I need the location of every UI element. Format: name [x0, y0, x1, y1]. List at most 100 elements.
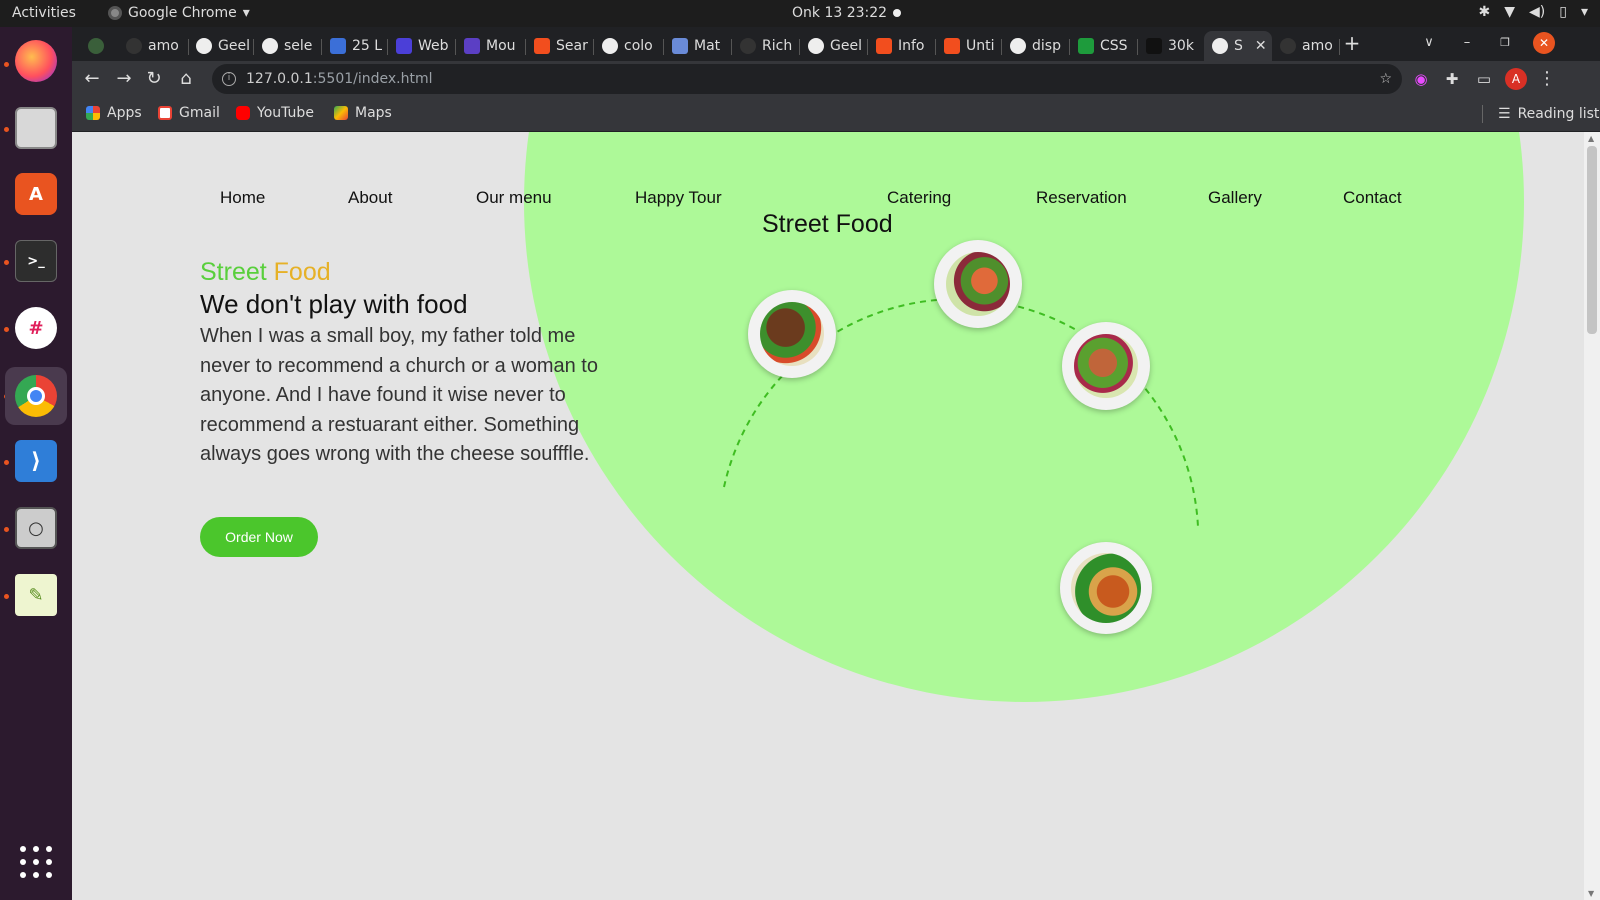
nav-home[interactable]: Home: [220, 188, 265, 208]
bookmark-apps[interactable]: Apps: [86, 105, 142, 121]
reload-icon[interactable]: ↻: [142, 67, 166, 91]
web-page: Home About Our menu Happy Tour Catering …: [72, 132, 1584, 900]
running-indicator: [4, 127, 9, 132]
dashed-orbit-arc: [723, 298, 1199, 528]
image-viewer-launcher[interactable]: ○: [10, 502, 62, 554]
nav-gallery[interactable]: Gallery: [1208, 188, 1262, 208]
nav-about[interactable]: About: [348, 188, 392, 208]
tab-search-icon[interactable]: ∨: [1417, 31, 1441, 55]
clock[interactable]: Onk 13 23:22: [792, 5, 887, 21]
bookmark-maps[interactable]: Maps: [334, 105, 392, 121]
page-scrollbar[interactable]: ▲ ▼: [1584, 132, 1600, 900]
bookmark-star-icon[interactable]: ☆: [1379, 71, 1392, 87]
home-icon[interactable]: ⌂: [174, 67, 198, 91]
forward-icon[interactable]: →: [112, 67, 136, 91]
nav-reservation[interactable]: Reservation: [1036, 188, 1127, 208]
tab-strip: amo Geel sele 25 L Web Mou Sear colo Mat…: [72, 27, 1600, 61]
tab[interactable]: amo: [118, 31, 186, 61]
salmon-salad-image: [946, 252, 1010, 316]
system-tray[interactable]: ✱ ▼ ◀) ▯ ▾: [1479, 4, 1589, 20]
food-plate-chicken-salad[interactable]: [1062, 322, 1150, 410]
site-info-icon[interactable]: i: [222, 72, 236, 86]
tagline: We don't play with food: [200, 289, 468, 319]
tab[interactable]: Rich: [732, 31, 798, 61]
new-tab-icon[interactable]: +: [1340, 31, 1364, 55]
profile-avatar[interactable]: A: [1505, 68, 1527, 90]
firefox-icon: [15, 40, 57, 82]
order-now-button[interactable]: Order Now: [200, 517, 318, 557]
tab[interactable]: amo: [1272, 31, 1338, 61]
nav-happy-tour[interactable]: Happy Tour: [635, 188, 722, 208]
chrome-launcher[interactable]: [5, 367, 67, 425]
running-indicator: [4, 460, 9, 465]
bookmark-youtube[interactable]: YouTube: [236, 105, 314, 121]
tab[interactable]: CSS: [1070, 31, 1136, 61]
slack-tray-icon: ✱: [1478, 4, 1491, 20]
apps-grid-icon: [86, 106, 100, 120]
nav-catering[interactable]: Catering: [887, 188, 951, 208]
tab[interactable]: Sear: [526, 31, 592, 61]
vscode-launcher[interactable]: ⟩: [10, 435, 62, 487]
scrollbar-thumb[interactable]: [1587, 146, 1597, 334]
url-text[interactable]: 127.0.0.1:5501/index.html: [246, 71, 433, 87]
maps-icon: [334, 106, 348, 120]
tab-pinned[interactable]: [88, 31, 110, 61]
back-icon[interactable]: ←: [80, 67, 104, 91]
tab[interactable]: Geel: [800, 31, 866, 61]
chevron-down-icon: ▾: [1580, 4, 1588, 20]
running-indicator: [4, 527, 9, 532]
tab[interactable]: 30k: [1138, 31, 1202, 61]
brand-word-street: Street: [200, 258, 267, 286]
bookmark-gmail[interactable]: Gmail: [158, 105, 220, 121]
tab[interactable]: colo: [594, 31, 662, 61]
tab[interactable]: Unti: [936, 31, 1000, 61]
food-plate-salmon-salad[interactable]: [934, 240, 1022, 328]
tab-label: S: [1234, 38, 1243, 54]
tab-active[interactable]: S ✕: [1204, 31, 1272, 61]
tab[interactable]: Web: [388, 31, 454, 61]
text-editor-launcher[interactable]: ✎: [10, 569, 62, 621]
tab[interactable]: 25 L: [322, 31, 386, 61]
tab[interactable]: Mat: [664, 31, 730, 61]
nav-contact[interactable]: Contact: [1343, 188, 1402, 208]
menu-kebab-icon[interactable]: ⋮: [1535, 67, 1559, 91]
brand-heading: Street Food: [200, 258, 600, 287]
app-menu[interactable]: Google Chrome ▾: [108, 5, 250, 21]
slack-icon: #: [15, 307, 57, 349]
tab-favicon-icon: [1212, 38, 1228, 54]
close-window-icon[interactable]: ✕: [1533, 32, 1555, 54]
notification-dot-icon: [893, 9, 901, 17]
restore-icon[interactable]: ❐: [1493, 31, 1517, 55]
activities-button[interactable]: Activities: [12, 5, 76, 21]
files-launcher[interactable]: [10, 102, 62, 154]
color-picker-extension-icon[interactable]: ◉: [1409, 67, 1433, 91]
terminal-launcher[interactable]: >_: [10, 235, 62, 287]
address-bar[interactable]: i 127.0.0.1:5501/index.html ☆: [212, 64, 1402, 94]
chrome-icon: [108, 6, 122, 20]
slack-launcher[interactable]: #: [10, 302, 62, 354]
app-menu-label: Google Chrome: [128, 5, 237, 21]
tab[interactable]: Geel: [188, 31, 252, 61]
scroll-down-icon[interactable]: ▼: [1588, 889, 1594, 898]
tab[interactable]: Mou: [456, 31, 524, 61]
cast-icon[interactable]: ▭: [1472, 67, 1496, 91]
tab[interactable]: Info: [868, 31, 934, 61]
scroll-up-icon[interactable]: ▲: [1588, 134, 1594, 143]
browser-toolbar: ← → ↻ ⌂ i 127.0.0.1:5501/index.html ☆ ◉ …: [72, 61, 1600, 97]
tab-favicon-icon: [88, 38, 104, 54]
extensions-icon[interactable]: ✚: [1440, 67, 1464, 91]
firefox-launcher[interactable]: [10, 35, 62, 87]
tab[interactable]: disp: [1002, 31, 1068, 61]
running-indicator: [4, 260, 9, 265]
vscode-icon: ⟩: [15, 440, 57, 482]
tab[interactable]: sele: [254, 31, 320, 61]
food-plate-green-beans[interactable]: [1060, 542, 1152, 634]
minimize-icon[interactable]: –: [1455, 31, 1479, 55]
software-launcher[interactable]: A: [10, 168, 62, 220]
food-plate-steak[interactable]: [748, 290, 836, 378]
text-editor-icon: ✎: [15, 574, 57, 616]
close-tab-icon[interactable]: ✕: [1255, 38, 1267, 54]
show-applications-icon[interactable]: [20, 846, 52, 878]
reading-list-button[interactable]: ☰ Reading list: [1482, 105, 1599, 123]
nav-our-menu[interactable]: Our menu: [476, 188, 552, 208]
